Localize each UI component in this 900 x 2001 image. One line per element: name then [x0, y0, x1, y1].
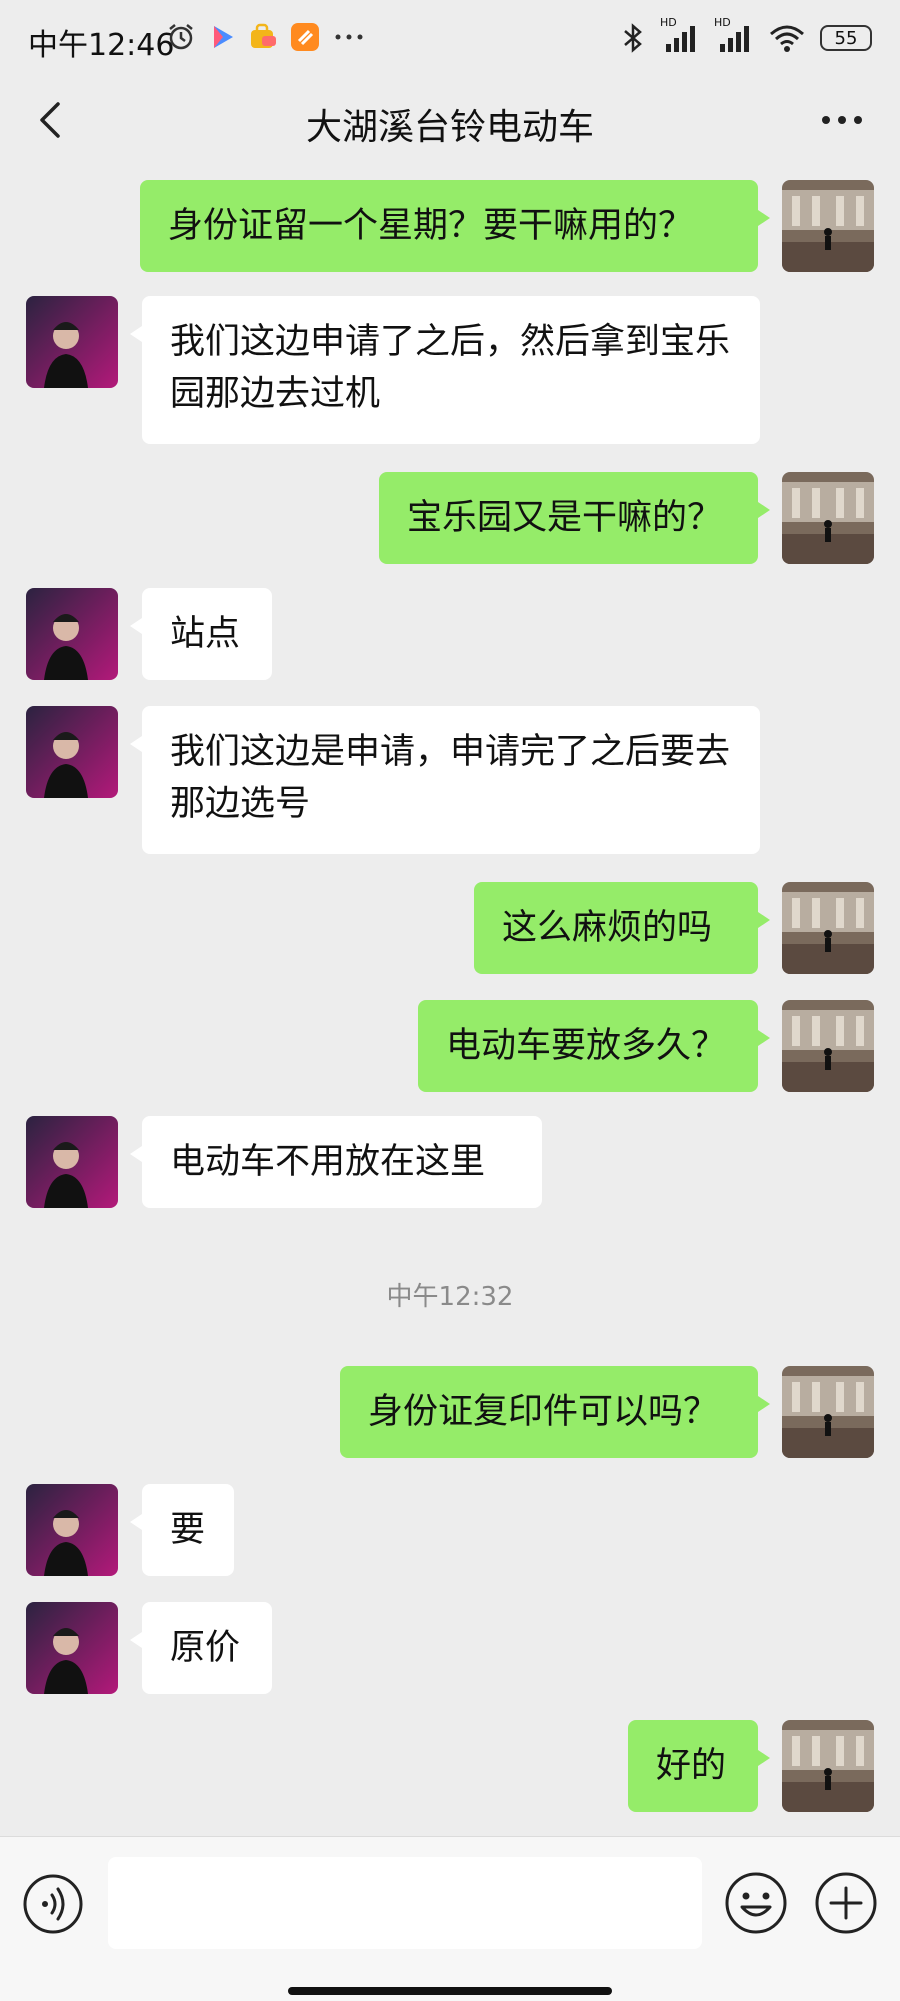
input-bar — [0, 1836, 900, 2001]
signal-1-icon: HD — [660, 16, 700, 54]
my-avatar[interactable] — [782, 882, 874, 974]
wifi-icon — [770, 25, 804, 52]
voice-icon[interactable] — [22, 1873, 84, 1935]
alarm-icon — [169, 24, 193, 50]
contact-avatar[interactable] — [26, 296, 118, 388]
orange-app-icon — [291, 23, 319, 51]
contact-avatar[interactable] — [26, 1116, 118, 1208]
more-dots-icon[interactable] — [812, 98, 872, 142]
contact-avatar[interactable] — [26, 588, 118, 680]
received-message-bubble[interactable]: 我们这边申请了之后，然后拿到宝乐园那边去过机 — [130, 296, 760, 444]
received-message-bubble[interactable]: 原价 — [130, 1602, 272, 1694]
chat-title: 大湖溪台铃电动车 — [305, 107, 594, 148]
my-avatar[interactable] — [782, 472, 874, 564]
status-system-icons: HD HD 55 — [620, 16, 872, 54]
my-avatar[interactable] — [782, 1720, 874, 1812]
my-avatar[interactable] — [782, 180, 874, 272]
received-message-bubble[interactable]: 要 — [130, 1484, 234, 1576]
sent-message-bubble[interactable]: 身份证留一个星期？要干嘛用的？ — [140, 180, 770, 272]
more-notifications-icon — [335, 34, 363, 40]
my-avatar[interactable] — [782, 1366, 874, 1458]
sent-message-bubble[interactable]: 好的 — [628, 1720, 770, 1812]
bluetooth-icon — [624, 23, 642, 53]
bag-app-icon — [251, 23, 276, 48]
sent-message-bubble[interactable]: 这么麻烦的吗 — [474, 882, 770, 974]
received-message-bubble[interactable]: 站点 — [130, 588, 272, 680]
received-message-bubble[interactable]: 我们这边是申请，申请完了之后要去那边选号 — [130, 706, 760, 854]
contact-avatar[interactable] — [26, 706, 118, 798]
chat-header: 大湖溪台铃电动车 — [0, 80, 900, 160]
contact-avatar[interactable] — [26, 1602, 118, 1694]
sent-message-bubble[interactable]: 宝乐园又是干嘛的？ — [379, 472, 770, 564]
status-time: 中午12:46 — [28, 28, 175, 63]
contact-avatar[interactable] — [26, 1484, 118, 1576]
message-list[interactable]: 身份证留一个星期？要干嘛用的？ 我们这边申请了之后，然后拿到宝乐园那边去过机 宝… — [0, 160, 900, 1835]
timestamp-divider: 中午12:32 — [386, 1282, 514, 1312]
status-bar: 中午12:46 HD HD 55 — [0, 0, 900, 80]
plus-icon[interactable] — [814, 1871, 878, 1935]
emoji-icon[interactable] — [724, 1871, 788, 1935]
received-message-bubble[interactable]: 电动车不用放在这里 — [130, 1116, 542, 1208]
home-indicator — [288, 1987, 612, 1995]
sent-message-bubble[interactable]: 身份证复印件可以吗？ — [340, 1366, 770, 1458]
play-app-icon — [214, 26, 233, 48]
sent-message-bubble[interactable]: 电动车要放多久？ — [418, 1000, 770, 1092]
battery-icon: 55 — [820, 25, 872, 51]
status-notification-icons — [166, 22, 366, 52]
signal-2-icon: HD — [714, 16, 754, 54]
message-input[interactable] — [108, 1857, 702, 1949]
my-avatar[interactable] — [782, 1000, 874, 1092]
